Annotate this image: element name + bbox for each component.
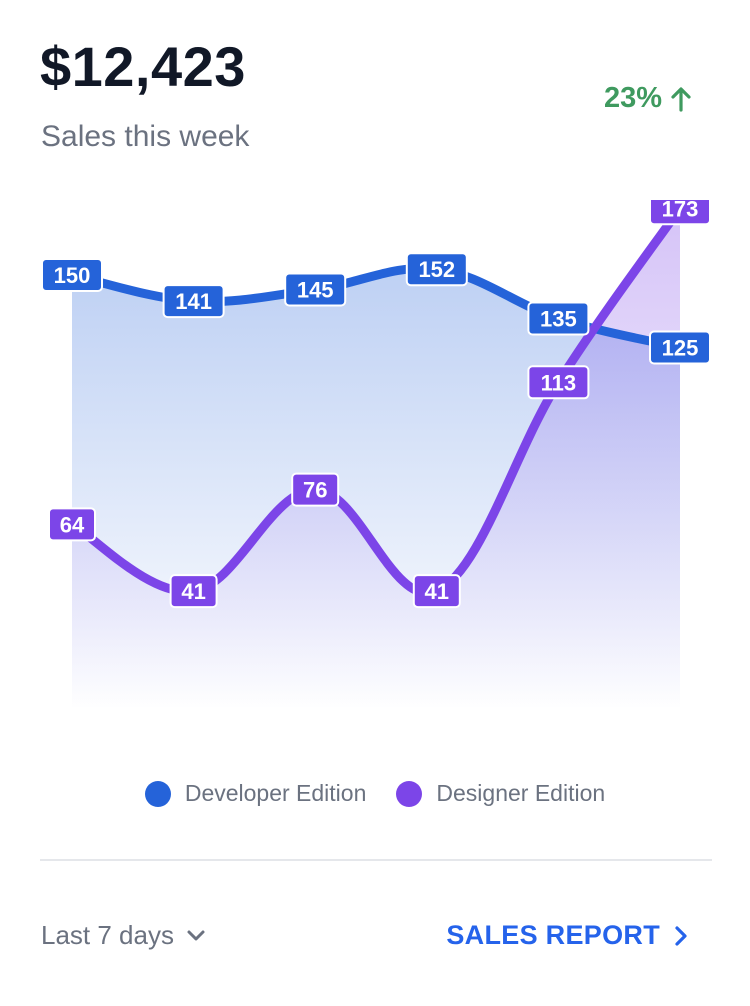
arrow-up-icon [671,86,691,112]
legend-item-designer[interactable]: Designer Edition [396,780,605,807]
designer-data-label-text: 41 [425,579,449,604]
sales-area-chart: 150 141 145 152 135 125 64 41 76 41 113 173 [41,200,711,711]
designer-data-label: 64 [48,507,96,542]
designer-data-label-text: 173 [662,200,699,221]
developer-data-label-text: 125 [662,336,699,361]
change-badge: 23% [604,82,692,115]
developer-data-label-text: 135 [540,307,577,332]
legend-label-designer: Designer Edition [436,780,606,806]
designer-data-label: 76 [291,472,340,507]
chevron-down-icon [187,930,205,940]
developer-data-label: 152 [405,252,468,287]
change-value: 23% [603,82,662,114]
designer-data-label: 41 [412,574,461,609]
sales-report-link[interactable]: SALES REPORT [446,920,688,951]
designer-data-label-text: 64 [60,512,85,537]
developer-data-label: 141 [162,284,225,319]
chart-legend: Developer Edition Designer Edition [0,780,750,807]
designer-data-label: 173 [649,200,711,226]
developer-data-label: 150 [41,258,103,292]
designer-data-label-text: 41 [181,579,205,604]
sales-total: $12,423 [40,35,246,98]
developer-data-label: 125 [649,330,711,365]
date-range-label: Last 7 days [41,920,174,950]
date-range-dropdown[interactable]: Last 7 days [41,920,206,951]
legend-dot-designer [396,780,423,807]
legend-label-developer: Developer Edition [184,780,367,806]
legend-dot-developer [144,780,171,807]
designer-data-label-text: 76 [303,478,327,503]
sales-report-label: SALES REPORT [446,920,660,950]
developer-data-label-text: 150 [54,263,91,288]
designer-data-label: 41 [169,574,218,609]
developer-data-label-text: 152 [418,257,455,282]
sales-card: $12,423 Sales this week 23% 150 141 145 152… [0,0,750,1006]
developer-data-label-text: 145 [297,278,334,303]
designer-data-label: 113 [527,365,590,400]
developer-data-label: 135 [527,301,590,336]
footer-divider [40,859,712,861]
developer-data-label: 145 [284,272,347,307]
designer-data-label-text: 113 [541,370,577,395]
sales-subtitle: Sales this week [41,120,250,153]
chevron-right-icon [675,925,687,946]
legend-item-developer[interactable]: Developer Edition [144,780,367,807]
developer-data-label-text: 141 [175,289,212,314]
